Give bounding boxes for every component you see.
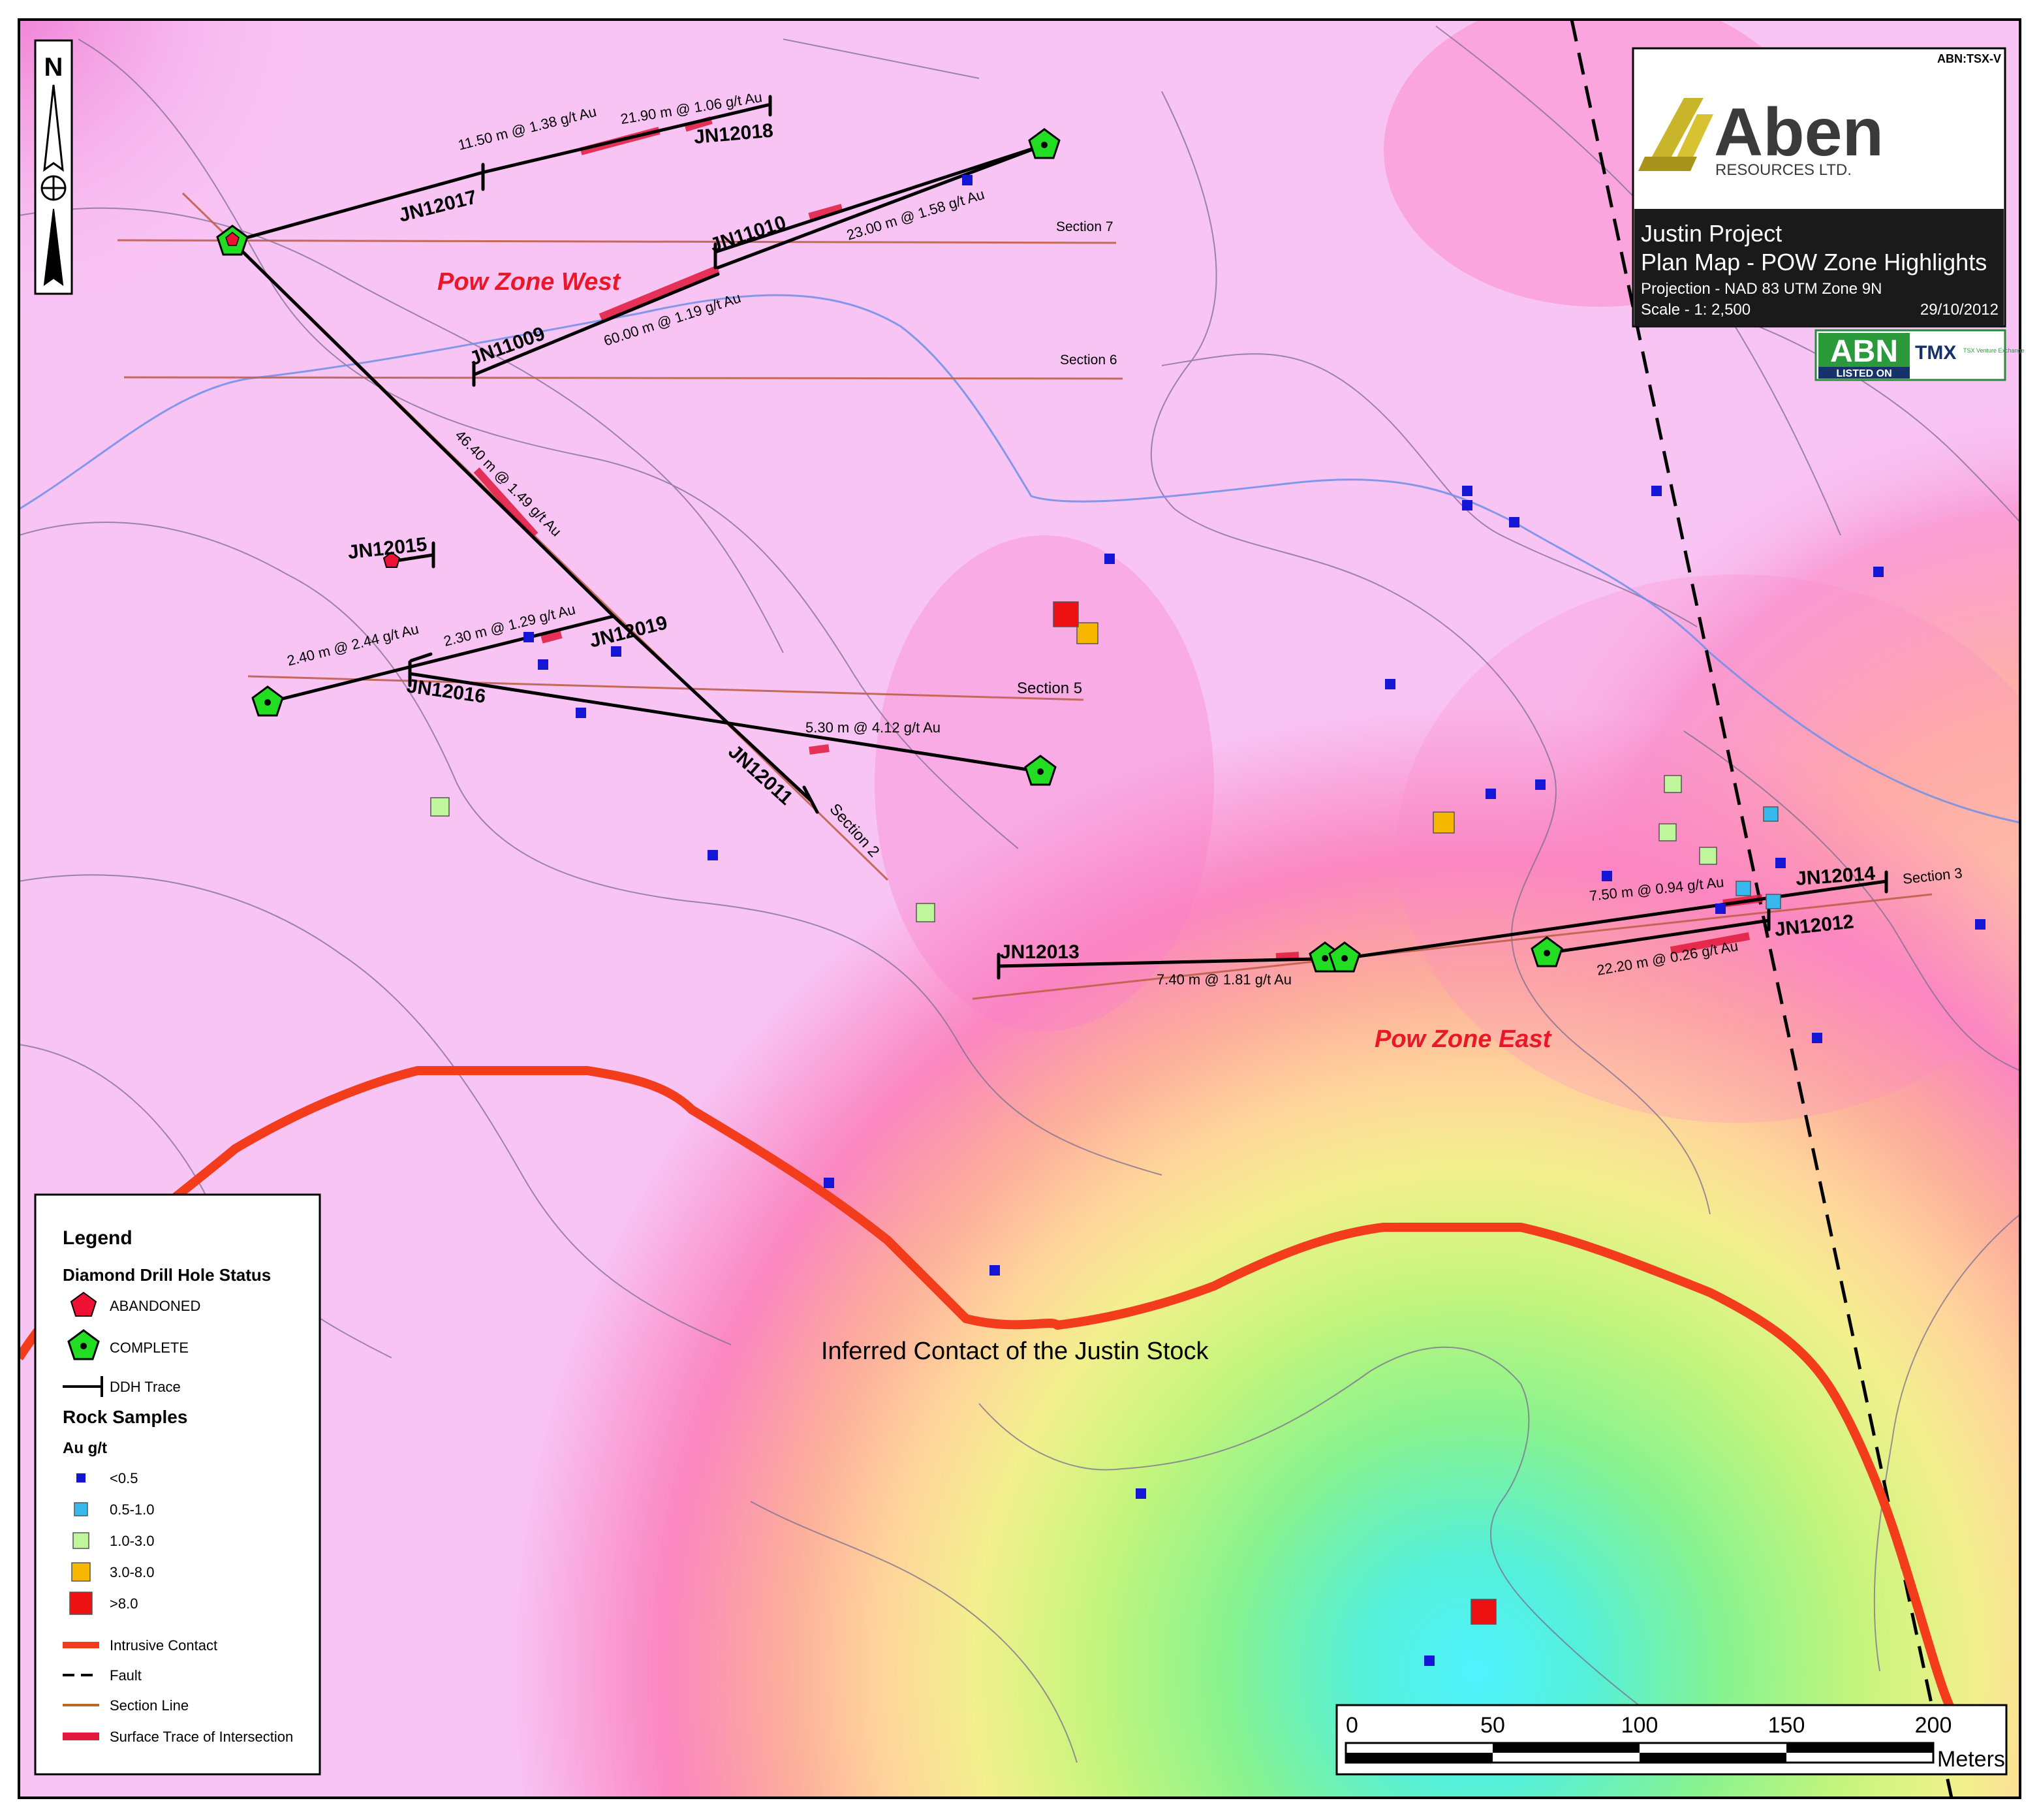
title-block: ABN:TSX-V Aben RESOURCES LTD. Justin Pro…	[1632, 47, 2006, 328]
projection: Projection - NAD 83 UTM Zone 9N	[1641, 280, 1882, 298]
legend-intrusive-contact: Intrusive Contact	[110, 1637, 217, 1654]
company-name: Aben	[1714, 95, 1884, 170]
map-scale: Scale - 1: 2,500	[1641, 301, 1751, 319]
legend-swatch	[74, 1502, 88, 1516]
section-7-label: Section 7	[1056, 219, 1113, 234]
legend-abandoned: ABANDONED	[110, 1298, 200, 1314]
scale-unit: Meters	[1937, 1747, 2005, 1772]
legend-rock-heading: Rock Samples	[63, 1407, 187, 1427]
badge-listed: LISTED ON	[1836, 368, 1891, 379]
section-5-label: Section 5	[1017, 680, 1082, 697]
legend: Legend Diamond Drill Hole Status ABANDON…	[34, 1193, 321, 1776]
listing-badge: ABN LISTED ON TMX TSX Venture Exchange	[1814, 329, 2025, 381]
legend-surface-trace: Surface Trace of Intersection	[110, 1729, 293, 1745]
legend-title: Legend	[63, 1227, 132, 1249]
badge-exchange-sub: TSX Venture Exchange	[1963, 347, 2025, 354]
map-title: Plan Map - POW Zone Highlights	[1641, 249, 1987, 275]
plan-map: Section 7 Section 6 Section 5 Section 2 …	[0, 0, 2039, 1820]
legend-fault: Fault	[110, 1667, 142, 1684]
intercept-label: 7.40 m @ 1.81 g/t Au	[1157, 971, 1292, 988]
scale-tick-label: 100	[1621, 1713, 1658, 1738]
company-sub: RESOURCES LTD.	[1715, 161, 1852, 179]
badge-exchange: TMX	[1915, 342, 1956, 364]
scale-tick-label: 200	[1915, 1713, 1952, 1738]
legend-class-label: <0.5	[110, 1470, 138, 1486]
north-arrow: N	[34, 39, 73, 295]
zone-label-west: Pow Zone West	[437, 268, 621, 296]
zone-label-east: Pow Zone East	[1375, 1026, 1552, 1053]
scale-tick-label: 50	[1480, 1713, 1505, 1738]
section-6-label: Section 6	[1060, 353, 1117, 368]
scale-bar: 0 50 100 150 200 Meters	[1335, 1704, 2008, 1776]
legend-swatch	[71, 1562, 91, 1582]
legend-ddh-trace: DDH Trace	[110, 1379, 181, 1395]
north-arrow-label: N	[44, 53, 63, 82]
drillhole-label-jn12013: JN12013	[1000, 941, 1080, 963]
legend-ddh-heading: Diamond Drill Hole Status	[63, 1265, 271, 1285]
legend-complete: COMPLETE	[110, 1340, 189, 1356]
legend-swatch	[72, 1532, 89, 1549]
intercept-label: 5.30 m @ 4.12 g/t Au	[805, 719, 941, 736]
badge-code: ABN	[1830, 334, 1898, 369]
legend-class-label: 0.5-1.0	[110, 1501, 155, 1518]
legend-section-line: Section Line	[110, 1697, 189, 1714]
map-date: 29/10/2012	[1920, 301, 1999, 319]
scale-tick-label: 150	[1768, 1713, 1805, 1738]
scale-tick-label: 0	[1346, 1713, 1358, 1738]
legend-au-heading: Au g/t	[63, 1439, 107, 1457]
legend-swatch	[76, 1473, 86, 1483]
contact-label: Inferred Contact of the Justin Stock	[821, 1338, 1209, 1365]
legend-swatch	[69, 1592, 93, 1615]
legend-class-label: 1.0-3.0	[110, 1533, 155, 1549]
project-name: Justin Project	[1641, 220, 1782, 247]
legend-class-label: >8.0	[110, 1595, 138, 1612]
ticker: ABN:TSX-V	[1937, 52, 2001, 65]
legend-class-label: 3.0-8.0	[110, 1564, 155, 1580]
